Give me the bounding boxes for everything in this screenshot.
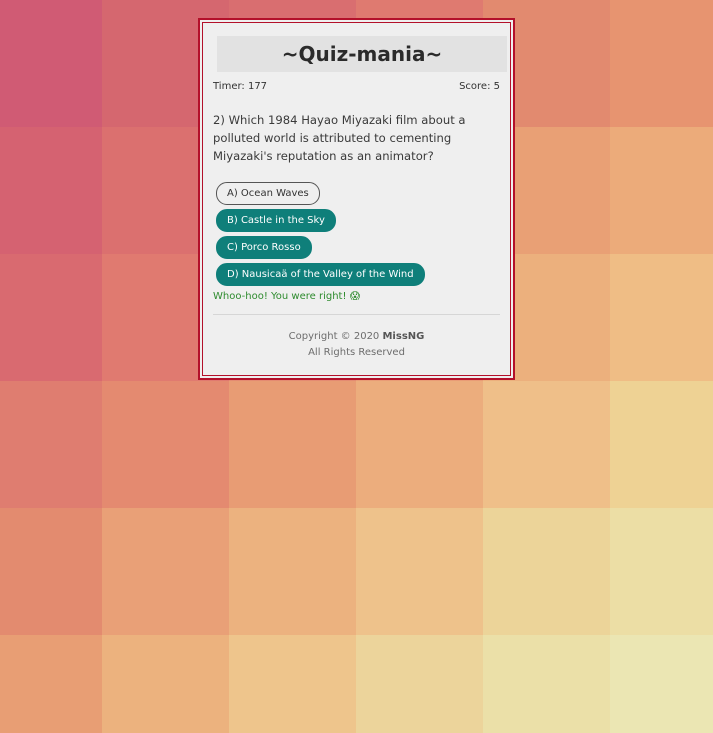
author-name: MissNG [382,331,425,342]
quiz-card: ~Quiz-mania~ Timer: 177 Score: 5 2) Whic… [198,18,515,380]
answer-button-c[interactable]: C) Porco Rosso [216,236,312,259]
timer-label: Timer: 177 [213,81,268,92]
feedback-text: Whoo-hoo! You were right! [213,291,347,302]
footer: Copyright © 2020 MissNG All Rights Reser… [203,329,510,361]
rights-reserved-text: All Rights Reserved [308,347,405,358]
copyright-line: Copyright © 2020 MissNG [203,329,510,345]
answer-button-b[interactable]: B) Castle in the Sky [216,209,336,232]
answer-button-d[interactable]: D) Nausicaä of the Valley of the Wind [216,263,425,286]
footer-divider [213,314,500,315]
shocked-face-icon: 😱 [349,291,361,302]
score-label: Score: 5 [459,81,500,92]
copyright-text: Copyright © 2020 [288,331,380,342]
answer-list: A) Ocean Waves B) Castle in the Sky C) P… [216,182,425,290]
quiz-title: ~Quiz-mania~ [217,36,507,72]
question-text: 2) Which 1984 Hayao Miyazaki film about … [213,113,466,163]
feedback-message: Whoo-hoo! You were right! 😱 [213,291,360,302]
answer-button-a[interactable]: A) Ocean Waves [216,182,320,205]
quiz-card-inner: ~Quiz-mania~ Timer: 177 Score: 5 2) Whic… [202,22,511,376]
